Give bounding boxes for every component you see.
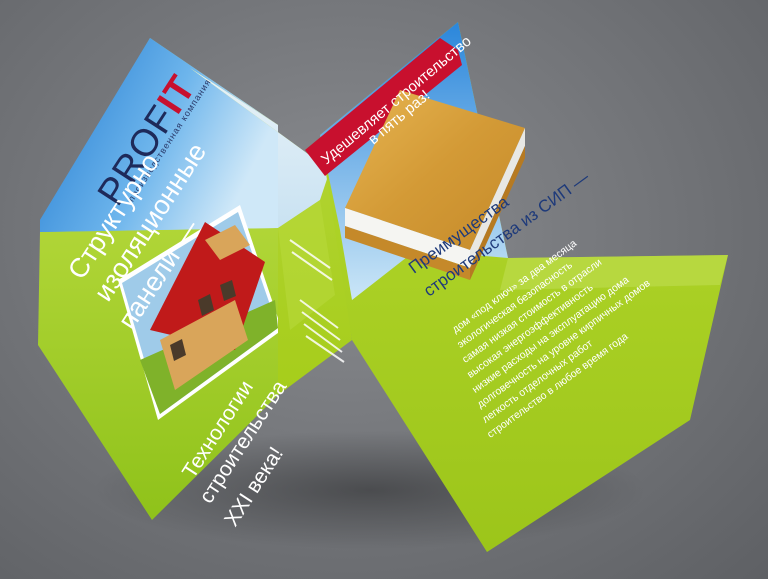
brochure-scene: PROFIT производственная компания Структу… [0, 0, 768, 579]
